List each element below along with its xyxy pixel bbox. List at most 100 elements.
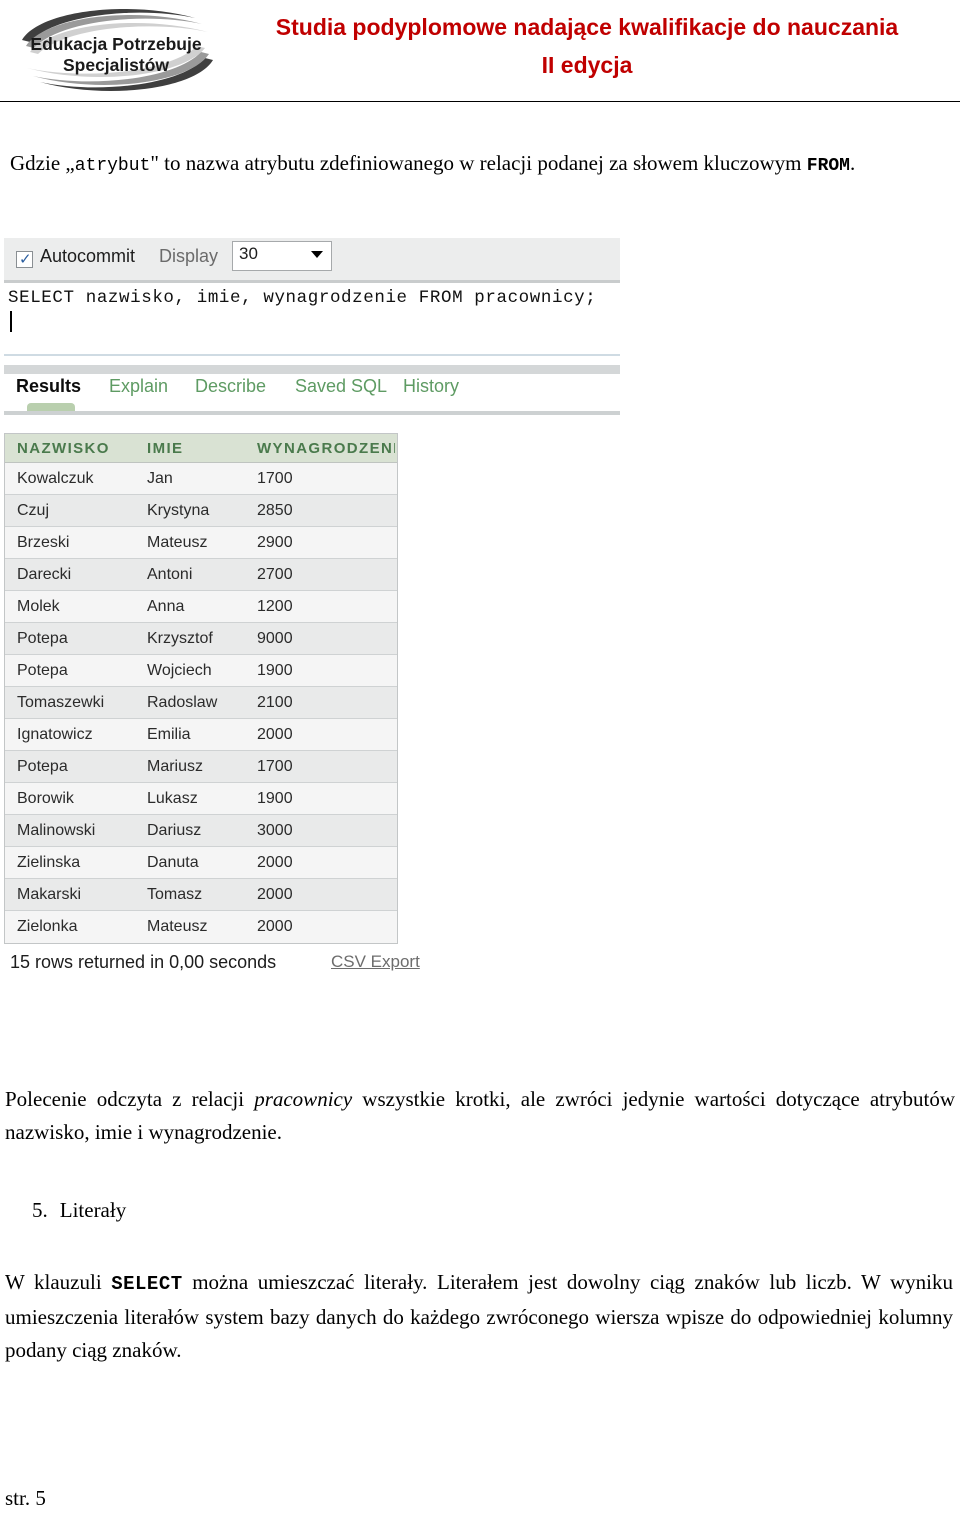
column-header-wynagrodzenie: WYNAGRODZENIE bbox=[257, 439, 395, 457]
cell-imie: Krzysztof bbox=[147, 629, 213, 647]
tabs-top-divider bbox=[4, 365, 620, 374]
autocommit-checkbox[interactable]: ✓ bbox=[16, 251, 33, 268]
cell-nazwisko: Borowik bbox=[17, 789, 74, 807]
rows-returned-label: 15 rows returned in 0,00 seconds bbox=[10, 952, 277, 972]
tab-saved-sql[interactable]: Saved SQL bbox=[295, 376, 387, 397]
cell-wynagrodzenie: 2100 bbox=[257, 693, 293, 711]
cell-wynagrodzenie: 2850 bbox=[257, 501, 293, 519]
cell-imie: Mateusz bbox=[147, 533, 208, 551]
cell-imie: Mateusz bbox=[147, 918, 208, 935]
cell-imie: Tomasz bbox=[147, 885, 203, 903]
tab-describe[interactable]: Describe bbox=[195, 376, 266, 397]
table-row: Czuj Krystyna 2850 bbox=[5, 495, 397, 527]
cell-wynagrodzenie: 2700 bbox=[257, 565, 293, 583]
cell-imie: Krystyna bbox=[147, 501, 210, 519]
table-row: Zielonka Mateusz 2000 bbox=[5, 911, 397, 943]
table-row: Malinowski Dariusz 3000 bbox=[5, 815, 397, 847]
cell-imie: Mariusz bbox=[147, 757, 204, 775]
table-row: Makarski Tomasz 2000 bbox=[5, 879, 397, 911]
column-header-nazwisko: NAZWISKO bbox=[17, 439, 110, 457]
cell-nazwisko: Kowalczuk bbox=[17, 469, 94, 487]
cell-imie: Lukasz bbox=[147, 789, 198, 807]
tabs-row: Results Explain Describe Saved SQL Histo… bbox=[4, 376, 620, 406]
column-header-imie: IMIE bbox=[147, 439, 184, 457]
sql-workshop-screenshot: ✓ Autocommit Display 30 SELECT nazwisko,… bbox=[4, 238, 620, 418]
intro-text-before: Gdzie „ bbox=[10, 151, 75, 175]
cell-nazwisko: Ignatowicz bbox=[17, 725, 93, 743]
table-row: Brzeski Mateusz 2900 bbox=[5, 527, 397, 559]
cell-nazwisko: Malinowski bbox=[17, 821, 96, 839]
tab-explain[interactable]: Explain bbox=[109, 376, 168, 397]
cell-imie: Wojciech bbox=[147, 661, 212, 679]
display-rows-select[interactable]: 30 bbox=[232, 241, 332, 271]
cell-wynagrodzenie: 3000 bbox=[257, 821, 293, 839]
intro-paragraph: Gdzie „atrybut" to nazwa atrybutu zdefin… bbox=[10, 147, 950, 183]
tabs-underline bbox=[4, 411, 620, 415]
table-header-row: NAZWISKO IMIE WYNAGRODZENIE bbox=[5, 433, 397, 463]
logo-line1-text: Edukacja Potrzebuje bbox=[30, 34, 201, 54]
results-table: NAZWISKO IMIE WYNAGRODZENIE Kowalczuk Ja… bbox=[4, 433, 398, 944]
cell-nazwisko: Darecki bbox=[17, 565, 72, 583]
tab-history[interactable]: History bbox=[403, 376, 459, 397]
checkmark-icon: ✓ bbox=[19, 250, 32, 268]
page-footer: str. 5 bbox=[5, 1486, 46, 1510]
sql-query-text: SELECT nazwisko, imie, wynagrodzenie FRO… bbox=[8, 288, 597, 308]
cell-wynagrodzenie: 1700 bbox=[257, 469, 293, 487]
intro-text-tail: . bbox=[850, 151, 856, 175]
cell-wynagrodzenie: 9000 bbox=[257, 629, 293, 647]
cell-imie: Radoslaw bbox=[147, 693, 218, 711]
autocommit-label: Autocommit bbox=[40, 246, 136, 266]
cell-wynagrodzenie: 1900 bbox=[257, 789, 293, 807]
cell-nazwisko: Potepa bbox=[17, 629, 68, 647]
explanation-relation-name: pracownicy bbox=[254, 1087, 353, 1111]
display-label: Display bbox=[159, 246, 219, 266]
chevron-down-icon bbox=[311, 251, 323, 258]
results-footer: 15 rows returned in 0,00 seconds CSV Exp… bbox=[4, 952, 424, 980]
tab-results[interactable]: Results bbox=[16, 376, 81, 397]
explanation-part1: Polecenie odczyta z relacji bbox=[5, 1087, 255, 1111]
cell-wynagrodzenie: 2000 bbox=[257, 853, 293, 871]
logo-swoosh-icon: Edukacja Potrzebuje Specjalistów bbox=[22, 9, 213, 91]
table-row: Tomaszewki Radoslaw 2100 bbox=[5, 687, 397, 719]
cell-imie: Antoni bbox=[147, 565, 193, 583]
table-row: Molek Anna 1200 bbox=[5, 591, 397, 623]
table-row: Ignatowicz Emilia 2000 bbox=[5, 719, 397, 751]
display-rows-value: 30 bbox=[239, 244, 258, 263]
table-row: Kowalczuk Jan 1700 bbox=[5, 463, 397, 495]
cell-imie: Emilia bbox=[147, 725, 191, 743]
cell-wynagrodzenie: 2900 bbox=[257, 533, 293, 551]
table-row: Potepa Krzysztof 9000 bbox=[5, 623, 397, 655]
table-row: Potepa Wojciech 1900 bbox=[5, 655, 397, 687]
cell-imie: Danuta bbox=[147, 853, 199, 871]
csv-export-link[interactable]: CSV Export bbox=[331, 952, 420, 972]
cell-imie: Jan bbox=[147, 469, 173, 487]
page-title: Studia podyplomowe nadające kwalifikacje… bbox=[232, 8, 942, 84]
intro-text-after: " to nazwa atrybutu zdefiniowanego w rel… bbox=[150, 151, 807, 175]
cell-wynagrodzenie: 1700 bbox=[257, 757, 293, 775]
cell-nazwisko: Potepa bbox=[17, 661, 68, 679]
cell-wynagrodzenie: 2000 bbox=[257, 885, 293, 903]
literals-keyword-select: SELECT bbox=[111, 1273, 183, 1295]
table-row: Darecki Antoni 2700 bbox=[5, 559, 397, 591]
table-row: Borowik Lukasz 1900 bbox=[5, 783, 397, 815]
text-cursor bbox=[10, 311, 12, 332]
table-row: Zielinska Danuta 2000 bbox=[5, 847, 397, 879]
section-number: 5. bbox=[32, 1198, 48, 1222]
sql-editor[interactable]: SELECT nazwisko, imie, wynagrodzenie FRO… bbox=[4, 286, 620, 356]
cell-wynagrodzenie: 2000 bbox=[257, 918, 293, 935]
section-title: Literały bbox=[59, 1198, 127, 1222]
cell-imie: Dariusz bbox=[147, 821, 202, 839]
cell-nazwisko: Zielonka bbox=[17, 918, 78, 935]
cell-nazwisko: Tomaszewki bbox=[17, 693, 105, 711]
cell-wynagrodzenie: 1900 bbox=[257, 661, 293, 679]
results-tabs-strip: Results Explain Describe Saved SQL Histo… bbox=[4, 365, 620, 418]
intro-code-token: atrybut bbox=[74, 156, 151, 176]
sql-toolbar: ✓ Autocommit Display 30 bbox=[4, 238, 620, 283]
cell-nazwisko: Potepa bbox=[17, 757, 68, 775]
cell-imie: Anna bbox=[147, 597, 185, 615]
cell-nazwisko: Czuj bbox=[17, 501, 50, 519]
cell-wynagrodzenie: 1200 bbox=[257, 597, 293, 615]
cell-nazwisko: Brzeski bbox=[17, 533, 70, 551]
page-title-line1: Studia podyplomowe nadające kwalifikacje… bbox=[275, 14, 899, 40]
page-header: Edukacja Potrzebuje Specjalistów Studia … bbox=[0, 0, 960, 102]
